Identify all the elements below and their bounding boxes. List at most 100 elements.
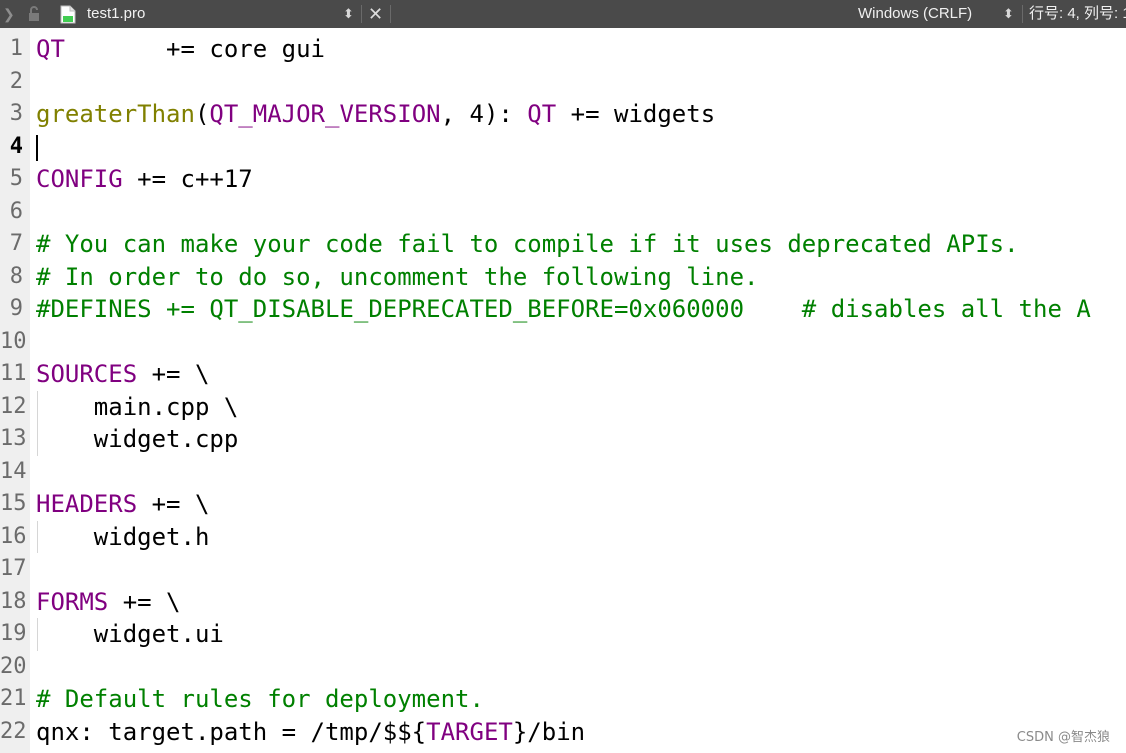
- code-text[interactable]: greaterThan(QT_MAJOR_VERSION, 4): QT += …: [36, 98, 715, 131]
- code-token: main.cpp \: [36, 392, 239, 421]
- code-line[interactable]: 13 widget.cpp: [0, 423, 1126, 456]
- file-switch-icon[interactable]: ⬍: [343, 0, 354, 28]
- code-text[interactable]: SOURCES += \: [36, 358, 209, 391]
- line-ending-dropdown-icon[interactable]: ⬍: [1003, 0, 1014, 28]
- line-number: 8: [9, 263, 23, 289]
- code-line[interactable]: 14: [0, 456, 1126, 489]
- keyword-token: HEADERS: [36, 490, 138, 518]
- function-token: greaterThan: [36, 100, 195, 128]
- keyword-token: QT_MAJOR_VERSION: [209, 100, 441, 128]
- line-number: 20: [0, 653, 27, 679]
- code-text[interactable]: QT += core gui: [36, 33, 325, 66]
- code-token: += widgets: [556, 100, 716, 128]
- code-line[interactable]: 18 FORMS += \: [0, 586, 1126, 619]
- code-line[interactable]: 5 CONFIG += c++17: [0, 163, 1126, 196]
- close-icon[interactable]: ✕: [368, 0, 383, 28]
- line-number: 17: [0, 556, 27, 581]
- code-token: += \: [137, 490, 210, 518]
- code-text[interactable]: HEADERS += \: [36, 488, 209, 521]
- comment-token: #DEFINES += QT_DISABLE_DEPRECATED_BEFORE…: [36, 295, 1091, 323]
- line-number: 4: [9, 133, 23, 159]
- comment-token: # In order to do so, uncomment the follo…: [36, 262, 759, 291]
- line-number: 1: [9, 36, 23, 61]
- code-text[interactable]: main.cpp \: [36, 391, 239, 424]
- code-token: (: [194, 100, 210, 128]
- code-line[interactable]: 21 # Default rules for deployment.: [0, 683, 1126, 716]
- chevron-right-icon[interactable]: ❯: [3, 0, 15, 28]
- code-line[interactable]: 6: [0, 196, 1126, 229]
- code-text[interactable]: # You can make your code fail to compile…: [36, 228, 1019, 261]
- line-number: 19: [0, 621, 27, 646]
- code-line[interactable]: 15 HEADERS += \: [0, 488, 1126, 521]
- code-token: += core gui: [64, 35, 325, 63]
- code-token: widget.cpp: [36, 425, 239, 453]
- toolbar-divider: [390, 5, 391, 23]
- code-line[interactable]: 19 widget.ui: [0, 618, 1126, 651]
- code-token: += \: [108, 587, 181, 616]
- line-number: 3: [9, 101, 23, 126]
- keyword-token: QT: [527, 100, 557, 128]
- keyword-token: FORMS: [36, 587, 109, 616]
- code-line[interactable]: 10: [0, 326, 1126, 359]
- code-line[interactable]: 3 greaterThan(QT_MAJOR_VERSION, 4): QT +=…: [0, 98, 1126, 131]
- keyword-token: CONFIG: [36, 165, 123, 193]
- lock-icon[interactable]: [28, 6, 42, 22]
- line-number: 11: [0, 361, 27, 386]
- code-line[interactable]: 8 # In order to do so, uncomment the foll…: [0, 261, 1126, 294]
- code-token: qnx: target.path = /tmp/$${: [36, 717, 427, 746]
- toolbar-divider: [361, 5, 362, 23]
- code-token: }/bin: [512, 717, 586, 746]
- code-text[interactable]: FORMS += \: [36, 586, 181, 619]
- keyword-token: SOURCES: [36, 360, 138, 388]
- code-token: widget.h: [36, 522, 210, 551]
- code-token: += c++17: [122, 165, 253, 193]
- code-text[interactable]: # Default rules for deployment.: [36, 683, 484, 716]
- qt-file-icon: [60, 5, 76, 24]
- code-line[interactable]: 9 #DEFINES += QT_DISABLE_DEPRECATED_BEFOR…: [0, 293, 1126, 326]
- line-number: 22: [0, 718, 27, 744]
- keyword-token: QT: [36, 35, 65, 63]
- code-line[interactable]: 2: [0, 66, 1126, 99]
- keyword-token: TARGET: [426, 717, 513, 746]
- text-caret: [36, 134, 38, 161]
- line-number: 6: [9, 198, 23, 224]
- code-line[interactable]: 12 main.cpp \: [0, 390, 1126, 424]
- code-editor[interactable]: 1 QT += core gui 2 3 greaterThan(QT_MAJOR_VE…: [0, 28, 1126, 753]
- line-number: 7: [9, 231, 23, 256]
- code-line[interactable]: 16 widget.h: [0, 520, 1126, 554]
- line-number: 15: [0, 491, 27, 516]
- code-line[interactable]: 20: [0, 651, 1126, 684]
- code-line[interactable]: 4: [0, 131, 1126, 164]
- line-number: 16: [0, 523, 27, 549]
- cursor-position[interactable]: 行号: 4, 列号: 1: [1029, 0, 1126, 28]
- code-text[interactable]: #DEFINES += QT_DISABLE_DEPRECATED_BEFORE…: [36, 293, 1091, 326]
- code-text[interactable]: widget.cpp: [36, 423, 239, 456]
- toolbar-divider: [1022, 5, 1023, 23]
- code-token: widget.ui: [36, 620, 224, 648]
- code-line[interactable]: 7 # You can make your code fail to compil…: [0, 228, 1126, 261]
- code-line[interactable]: 22 qnx: target.path = /tmp/$${TARGET}/bin: [0, 716, 1126, 749]
- line-number: 9: [9, 296, 23, 321]
- code-line[interactable]: 17: [0, 553, 1126, 586]
- code-text[interactable]: widget.h: [36, 521, 210, 554]
- code-text[interactable]: qnx: target.path = /tmp/$${TARGET}/bin: [36, 716, 585, 749]
- line-number: 12: [0, 393, 27, 419]
- line-number: 5: [9, 166, 23, 191]
- line-number: 21: [0, 686, 27, 711]
- code-text[interactable]: CONFIG += c++17: [36, 163, 253, 196]
- line-ending-selector[interactable]: Windows (CRLF): [858, 0, 972, 28]
- watermark: CSDN @智杰狼: [1016, 730, 1110, 745]
- line-number: 13: [0, 426, 27, 451]
- code-text[interactable]: widget.ui: [36, 618, 224, 651]
- line-number: 2: [9, 68, 23, 94]
- comment-token: # You can make your code fail to compile…: [36, 230, 1019, 258]
- code-token: , 4):: [440, 100, 528, 128]
- code-text[interactable]: # In order to do so, uncomment the follo…: [36, 261, 758, 294]
- code-line[interactable]: 11 SOURCES += \: [0, 358, 1126, 391]
- editor-toolbar: ❯ test1.pro ⬍ ✕ Windows (CRLF) ⬍ 行号: 4, …: [0, 0, 1126, 28]
- code-token: += \: [137, 360, 210, 388]
- line-number: 10: [0, 328, 27, 354]
- comment-token: # Default rules for deployment.: [36, 685, 484, 713]
- file-name-tab[interactable]: test1.pro: [87, 0, 145, 28]
- code-line[interactable]: 1 QT += core gui: [0, 33, 1126, 66]
